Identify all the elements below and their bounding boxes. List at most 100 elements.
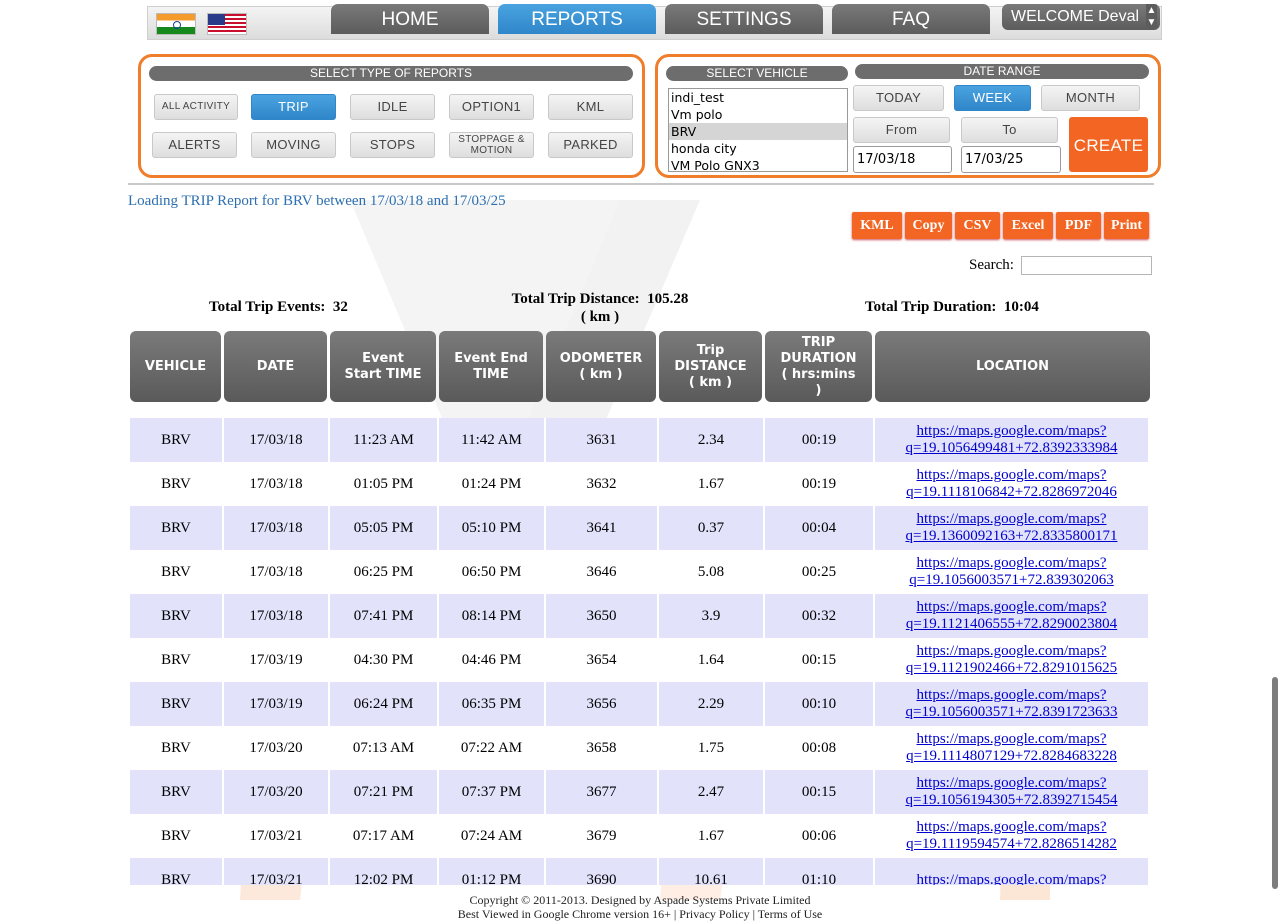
location-link[interactable]: https://maps.google.com/maps? q=19.105649…	[875, 418, 1150, 462]
period-today-button[interactable]: TODAY	[853, 85, 944, 111]
us-flag-icon[interactable]	[207, 13, 247, 35]
report-type-heading: SELECT TYPE OF REPORTS	[149, 66, 633, 81]
vehicle-option[interactable]: honda city	[669, 140, 847, 157]
cell-end-time: 06:50 PM	[439, 550, 546, 594]
period-week-button[interactable]: WEEK	[954, 85, 1031, 111]
footer-links[interactable]: Best Viewed in Google Chrome version 16+…	[0, 907, 1280, 922]
location-link-line2[interactable]: q=19.1121902466+72.8291015625	[906, 660, 1117, 677]
header-odometer[interactable]: ODOMETER( km )	[546, 331, 656, 402]
cell-date: 17/03/19	[224, 682, 330, 726]
cell-trip-duration: 00:10	[765, 682, 875, 726]
vehicle-option[interactable]: VM Polo GNX3	[669, 157, 847, 171]
location-link-line1[interactable]: https://maps.google.com/maps?	[917, 511, 1107, 528]
location-link-line2[interactable]: q=19.1121406555+72.8290023804	[906, 616, 1117, 633]
location-link-line1[interactable]: https://maps.google.com/maps?	[917, 467, 1107, 484]
header-date[interactable]: DATE	[224, 331, 327, 402]
location-link-line2[interactable]: q=19.1056003571+72.839302063	[909, 572, 1113, 589]
header-vehicle[interactable]: VEHICLE	[130, 331, 221, 402]
report-stoppage-motion-button[interactable]: STOPPAGE & MOTION	[449, 132, 534, 158]
location-link-line1[interactable]: https://maps.google.com/maps?	[917, 555, 1107, 572]
tab-faq[interactable]: FAQ	[832, 4, 990, 34]
cell-odometer: 3690	[546, 858, 659, 885]
tab-home[interactable]: HOME	[331, 4, 489, 34]
tab-reports[interactable]: REPORTS	[498, 4, 656, 34]
location-link[interactable]: https://maps.google.com/maps? q=19.111959…	[875, 814, 1150, 858]
location-link-line1[interactable]: https://maps.google.com/maps?	[917, 423, 1107, 440]
table-row: BRV 17/03/19 04:30 PM 04:46 PM 3654 1.64 00:15…	[130, 638, 1151, 682]
location-link-line1[interactable]: https://maps.google.com/maps?	[917, 819, 1107, 836]
location-link[interactable]: https://maps.google.com/maps? q=19.112190…	[875, 638, 1150, 682]
location-link-line1[interactable]: https://maps.google.com/maps?	[917, 775, 1107, 792]
location-link-line1[interactable]: https://maps.google.com/maps?	[917, 731, 1107, 748]
export-print-button[interactable]: Print	[1104, 212, 1149, 239]
report-option1-button[interactable]: OPTION1	[449, 94, 534, 120]
to-label: To	[961, 117, 1058, 143]
welcome-label: WELCOME Deval	[1011, 8, 1140, 25]
page-scrollbar[interactable]	[1272, 677, 1278, 889]
cell-start-time: 07:21 PM	[330, 770, 439, 814]
report-all-activity-button[interactable]: ALL ACTIVITY	[154, 94, 238, 120]
export-pdf-button[interactable]: PDF	[1056, 212, 1101, 239]
welcome-user-select[interactable]: WELCOME Deval ▲ ▼	[1002, 4, 1160, 30]
location-link-line1[interactable]: https://maps.google.com/maps?	[917, 872, 1107, 886]
export-excel-button[interactable]: Excel	[1003, 212, 1053, 239]
vehicle-option[interactable]: indi_test	[669, 89, 847, 106]
cell-trip-duration: 01:10	[765, 858, 875, 885]
tab-settings[interactable]: SETTINGS	[665, 4, 823, 34]
cell-trip-duration: 00:04	[765, 506, 875, 550]
location-link[interactable]: https://maps.google.com/maps? q=19.105619…	[875, 770, 1150, 814]
location-link-line1[interactable]: https://maps.google.com/maps?	[917, 643, 1107, 660]
location-link[interactable]: https://maps.google.com/maps? q=19.111810…	[875, 462, 1150, 506]
period-month-button[interactable]: MONTH	[1041, 85, 1140, 111]
cell-start-time: 07:41 PM	[330, 594, 439, 638]
trip-table-body: BRV 17/03/18 11:23 AM 11:42 AM 3631 2.34 00:19…	[130, 418, 1151, 885]
cell-trip-distance: 1.64	[659, 638, 765, 682]
cell-trip-duration: 00:06	[765, 814, 875, 858]
location-link-line2[interactable]: q=19.1118106842+72.8286972046	[906, 484, 1117, 501]
report-idle-button[interactable]: IDLE	[350, 94, 435, 120]
cell-start-time: 11:23 AM	[330, 418, 439, 462]
header-trip-distance[interactable]: Trip DISTANCE( km )	[659, 331, 762, 402]
header-location[interactable]: LOCATION	[875, 331, 1150, 402]
location-link-line1[interactable]: https://maps.google.com/maps?	[917, 687, 1107, 704]
vehicle-option-selected[interactable]: BRV	[669, 123, 847, 140]
report-parked-button[interactable]: PARKED	[548, 132, 633, 158]
create-report-button[interactable]: CREATE	[1069, 117, 1148, 172]
location-link-line2[interactable]: q=19.1056003571+72.8391723633	[906, 704, 1118, 721]
export-csv-button[interactable]: CSV	[955, 212, 1000, 239]
location-link[interactable]: https://maps.google.com/maps? q=19.112140…	[875, 594, 1150, 638]
cell-trip-duration: 00:32	[765, 594, 875, 638]
location-link-line2[interactable]: q=19.1360092163+72.8335800171	[906, 528, 1118, 545]
location-link[interactable]: https://maps.google.com/maps? q=19.105600…	[875, 550, 1150, 594]
report-stops-button[interactable]: STOPS	[350, 132, 435, 158]
report-kml-button[interactable]: KML	[548, 94, 633, 120]
location-link[interactable]: https://maps.google.com/maps?	[875, 858, 1150, 885]
india-flag-icon[interactable]	[156, 13, 196, 35]
header-start-time[interactable]: Event Start TIME	[330, 331, 436, 402]
location-link[interactable]: https://maps.google.com/maps? q=19.111480…	[875, 726, 1150, 770]
header-trip-duration[interactable]: TRIP DURATION( hrs:mins)	[765, 331, 872, 402]
report-trip-button[interactable]: TRIP	[251, 94, 336, 120]
location-link-line2[interactable]: q=19.1119594574+72.8286514282	[906, 836, 1117, 853]
location-link-line1[interactable]: https://maps.google.com/maps?	[917, 599, 1107, 616]
cell-end-time: 06:35 PM	[439, 682, 546, 726]
from-date-input[interactable]: 17/03/18	[853, 146, 952, 173]
search-input[interactable]	[1021, 256, 1152, 275]
report-alerts-button[interactable]: ALERTS	[152, 132, 237, 158]
vehicle-option[interactable]: Vm polo	[669, 106, 847, 123]
vehicle-listbox[interactable]: indi_test Vm polo BRV honda city VM Polo…	[668, 88, 848, 172]
cell-trip-duration: 00:15	[765, 638, 875, 682]
cell-vehicle: BRV	[130, 858, 224, 885]
location-link-line2[interactable]: q=19.1056194305+72.8392715454	[906, 792, 1118, 809]
location-link[interactable]: https://maps.google.com/maps? q=19.105600…	[875, 682, 1150, 726]
report-moving-button[interactable]: MOVING	[251, 132, 336, 158]
location-link-line2[interactable]: q=19.1056499481+72.8392333984	[906, 440, 1118, 457]
export-kml-button[interactable]: KML	[852, 212, 902, 239]
cell-odometer: 3677	[546, 770, 659, 814]
location-link-line2[interactable]: q=19.1114807129+72.8284683228	[906, 748, 1117, 765]
location-link[interactable]: https://maps.google.com/maps? q=19.136009…	[875, 506, 1150, 550]
header-end-time[interactable]: Event End TIME	[439, 331, 543, 402]
to-date-input[interactable]: 17/03/25	[961, 146, 1061, 173]
cell-end-time: 11:42 AM	[439, 418, 546, 462]
export-copy-button[interactable]: Copy	[905, 212, 952, 239]
